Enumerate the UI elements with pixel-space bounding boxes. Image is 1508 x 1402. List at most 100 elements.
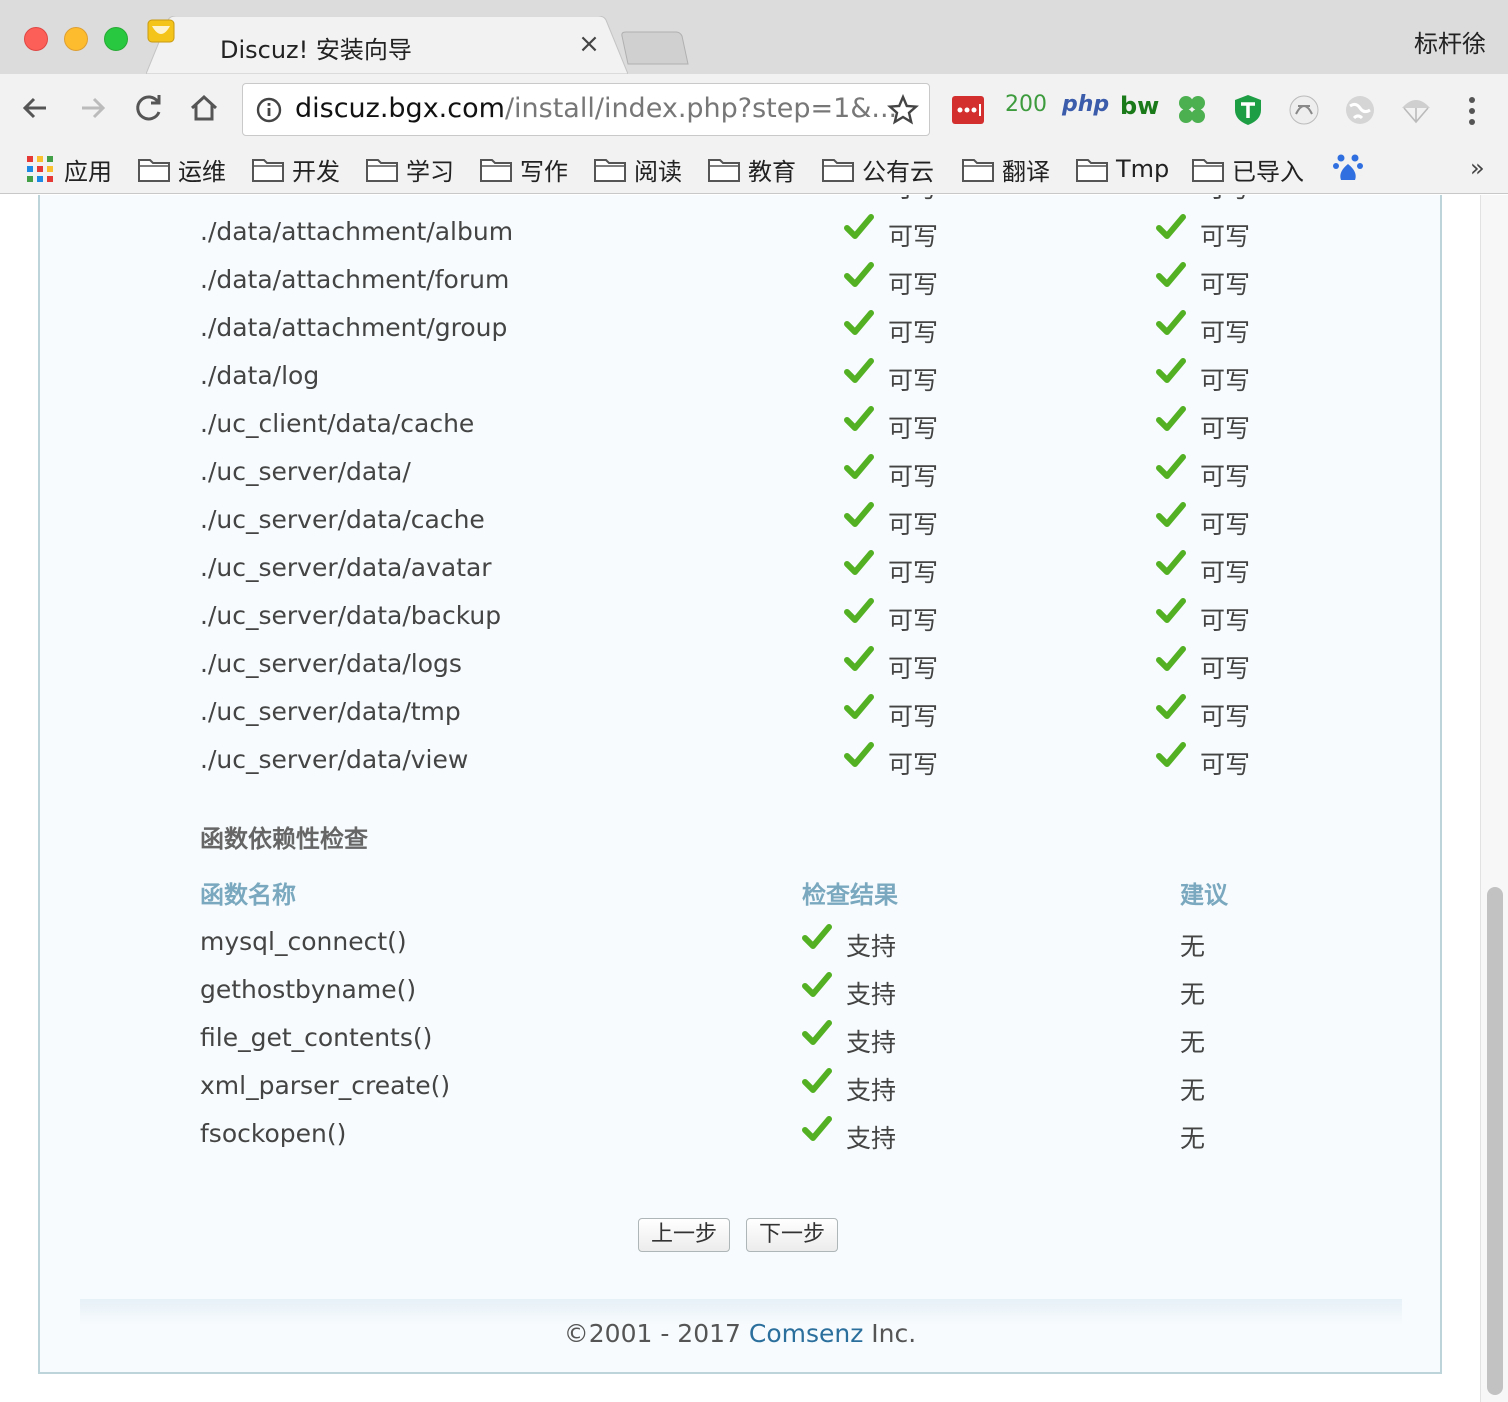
folder-icon	[962, 159, 994, 182]
bookmark-label: 教育	[748, 157, 796, 186]
shield-icon[interactable]	[1230, 92, 1266, 128]
comsenz-link[interactable]: Comsenz	[749, 1319, 863, 1348]
close-window-button[interactable]	[24, 27, 48, 51]
check-icon	[844, 549, 874, 577]
func-name: file_get_contents()	[200, 1023, 433, 1052]
bookmark-folder-ops[interactable]: 运维	[138, 150, 226, 188]
browser-menu-icon[interactable]	[1460, 94, 1484, 128]
bookmark-folder-tmp[interactable]: Tmp	[1076, 150, 1169, 188]
bookmark-label: 公有云	[862, 157, 934, 186]
site-info-icon[interactable]	[255, 96, 283, 124]
translate-ext-icon[interactable]	[1286, 92, 1322, 128]
folder-icon	[1192, 159, 1224, 182]
bookmark-label: 写作	[520, 157, 568, 186]
dir-required-status: 可写	[1200, 510, 1251, 539]
dir-path: ./uc_server/data/view	[200, 745, 469, 774]
check-icon	[844, 261, 874, 289]
bookmark-label: 学习	[406, 157, 454, 186]
http-status-icon[interactable]: 200	[1005, 92, 1047, 128]
func-advice: 无	[1180, 932, 1206, 961]
dir-path: ./data/log	[200, 361, 320, 390]
dir-current-status: 可写	[888, 606, 939, 635]
dir-current-status: 可写	[888, 558, 939, 587]
tab-discuz-install[interactable]: Discuz! 安装向导 ×	[146, 16, 628, 74]
dir-current-status: 可写	[888, 366, 939, 395]
scrollbar-thumb[interactable]	[1487, 887, 1503, 1395]
check-icon	[1156, 453, 1186, 481]
php-icon[interactable]: php	[1062, 92, 1109, 128]
builtwith-icon[interactable]: bw	[1120, 92, 1159, 128]
bookmark-star-icon[interactable]	[887, 94, 919, 126]
dir-current-status: 可写	[888, 318, 939, 347]
dir-path: ./uc_client/data/cache	[200, 409, 475, 438]
dir-required-status: 可写	[1200, 222, 1251, 251]
bookmark-folder-study[interactable]: 学习	[366, 150, 454, 188]
check-icon	[1156, 309, 1186, 337]
baidu-paw-icon[interactable]	[1332, 150, 1364, 184]
bookmark-folder-dev[interactable]: 开发	[252, 150, 340, 188]
parachute-icon[interactable]	[1398, 92, 1434, 128]
check-icon	[802, 971, 832, 999]
bookmark-folder-imported[interactable]: 已导入	[1192, 150, 1304, 188]
func-name: fsockopen()	[200, 1119, 347, 1148]
col-header-func-name: 函数名称	[200, 881, 296, 909]
dir-path: ./uc_server/data/logs	[200, 649, 462, 678]
check-icon	[844, 597, 874, 625]
func-advice: 无	[1180, 1028, 1206, 1057]
new-tab-button[interactable]	[620, 30, 690, 66]
func-name: xml_parser_create()	[200, 1071, 451, 1100]
next-step-button[interactable]: 下一步	[746, 1218, 839, 1252]
minimize-window-button[interactable]	[64, 27, 88, 51]
bookmark-folder-cloud[interactable]: 公有云	[822, 150, 934, 188]
folder-icon	[708, 159, 740, 182]
copyright-prefix: ©2001 - 2017	[563, 1319, 749, 1348]
dir-required-status: 可写	[1200, 750, 1251, 779]
check-icon	[802, 1019, 832, 1047]
bookmark-folder-writing[interactable]: 写作	[480, 150, 568, 188]
dir-current-status: 可写	[888, 702, 939, 731]
dir-current-status: 可写	[888, 414, 939, 443]
bookmark-folder-education[interactable]: 教育	[708, 150, 796, 188]
check-icon	[844, 213, 874, 241]
bookmark-folder-reading[interactable]: 阅读	[594, 150, 682, 188]
func-result: 支持	[846, 980, 897, 1009]
dir-required-status: 可写	[1200, 366, 1251, 395]
dir-current-status: 可写	[888, 222, 939, 251]
back-arrow-icon[interactable]	[16, 88, 56, 128]
profile-name[interactable]: 标杆徐	[1414, 24, 1486, 59]
check-icon	[1156, 597, 1186, 625]
prev-step-button[interactable]: 上一步	[638, 1218, 731, 1252]
url-host: discuz.bgx.com	[295, 93, 505, 124]
func-name: mysql_connect()	[200, 927, 407, 956]
tab-bar: Discuz! 安装向导 × 标杆徐	[0, 0, 1508, 74]
zoom-window-button[interactable]	[104, 27, 128, 51]
func-check-title: 函数依赖性检查	[200, 825, 368, 853]
url-text[interactable]: discuz.bgx.com/install/index.php?step=1&…	[295, 93, 897, 124]
check-icon	[1156, 405, 1186, 433]
home-icon[interactable]	[184, 88, 224, 128]
forward-arrow-icon[interactable]	[72, 88, 112, 128]
check-icon	[844, 693, 874, 721]
bookmarks-overflow-icon[interactable]: »	[1470, 154, 1485, 182]
globe-icon[interactable]	[1342, 92, 1378, 128]
dir-current-status: 可写	[888, 270, 939, 299]
folder-icon	[252, 159, 284, 182]
clover-icon[interactable]	[1174, 92, 1210, 128]
dir-required-status: 可写	[1200, 414, 1251, 443]
address-bar[interactable]: discuz.bgx.com/install/index.php?step=1&…	[242, 83, 930, 136]
tab-close-icon[interactable]: ×	[574, 28, 604, 60]
discuz-favicon-icon	[147, 19, 175, 43]
bookmark-label: 阅读	[634, 157, 682, 186]
lastpass-icon[interactable]	[950, 92, 986, 128]
bookmark-apps[interactable]: 应用	[26, 150, 112, 188]
reload-icon[interactable]	[128, 88, 168, 128]
dir-path: ./data/attachment/forum	[200, 265, 510, 294]
lastpass-icon-glyph	[952, 96, 984, 124]
bookmark-label: 开发	[292, 157, 340, 186]
dir-path: ./data/attachment/album	[200, 217, 514, 246]
dir-current-status: 可写	[888, 654, 939, 683]
dir-required-status: 可写	[1200, 318, 1251, 347]
bookmark-folder-translate[interactable]: 翻译	[962, 150, 1050, 188]
bookmarks-bar: 应用 运维 开发 学习 写作 阅读 教育 公有云 翻译 Tmp 已导入 »	[0, 146, 1508, 194]
page-scrollbar[interactable]	[1480, 195, 1508, 1402]
